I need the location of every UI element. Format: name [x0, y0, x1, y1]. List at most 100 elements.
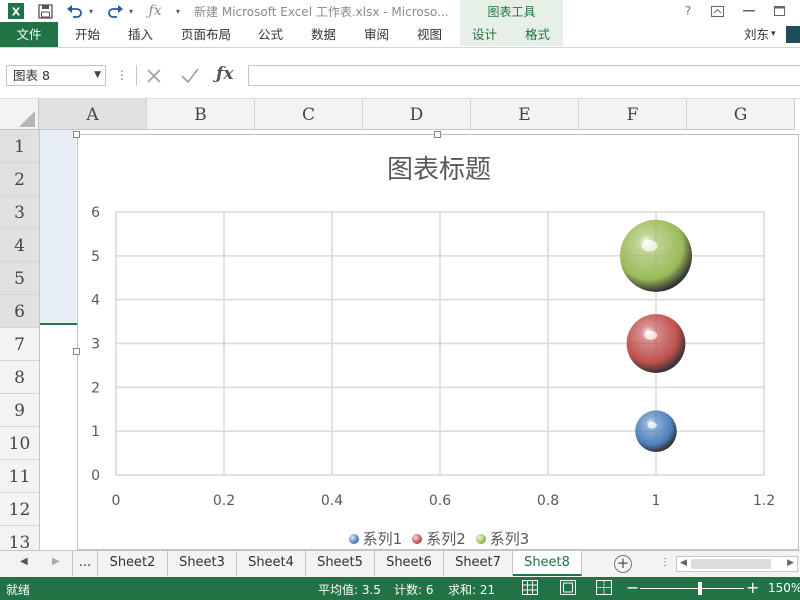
x-tick-label: 0.4 — [321, 493, 343, 509]
zoom-out-icon[interactable]: − — [626, 578, 639, 597]
tab-format[interactable]: 格式 — [525, 22, 550, 47]
tab-view[interactable]: 视图 — [417, 22, 442, 47]
svg-text:X: X — [12, 6, 21, 19]
tab-split-handle[interactable]: ⋮ — [660, 557, 670, 568]
save-icon[interactable] — [34, 1, 56, 21]
legend-marker-series1 — [348, 533, 359, 544]
sheet-tab-sheet5[interactable]: Sheet5 — [306, 551, 375, 576]
page-break-view-icon[interactable] — [596, 580, 614, 597]
row-header-8[interactable]: 8 — [0, 361, 39, 394]
help-icon[interactable]: ? — [680, 1, 696, 21]
zoom-slider-thumb[interactable] — [698, 582, 702, 595]
tab-review[interactable]: 审阅 — [364, 22, 389, 47]
tab-data[interactable]: 数据 — [311, 22, 336, 47]
bubble-系列2[interactable] — [626, 314, 686, 373]
row-header-9[interactable]: 9 — [0, 394, 39, 427]
tab-formulas[interactable]: 公式 — [258, 22, 283, 47]
formula-bar-area: 图表 8 ▼ ⋮ ƒx — [0, 48, 800, 98]
bubble-chart-plot[interactable]: 0 0.2 0.4 0.6 0.8 1 1.2 0 1 2 3 4 5 6 — [78, 135, 799, 550]
function-wizard-icon[interactable]: ƒx — [216, 64, 233, 84]
scroll-left-icon[interactable]: ◀ — [680, 558, 687, 568]
legend-item-series3: 系列3 — [475, 528, 529, 549]
legend-item-series2: 系列2 — [412, 528, 466, 549]
more-sheets-button[interactable]: ... — [72, 551, 98, 576]
y-tick-label: 0 — [91, 468, 100, 484]
row-header-2[interactable]: 2 — [0, 163, 39, 196]
chart-resize-handle-top-left[interactable] — [73, 131, 80, 138]
sheet-tab-sheet6[interactable]: Sheet6 — [375, 551, 444, 576]
status-average[interactable]: 平均值: 3.5 — [318, 581, 381, 598]
undo-icon[interactable] — [64, 1, 86, 21]
row-header-3[interactable]: 3 — [0, 196, 39, 229]
sheet-tab-sheet4[interactable]: Sheet4 — [237, 551, 306, 576]
row-header-1[interactable]: 1 — [0, 130, 39, 163]
cancel-icon[interactable] — [144, 66, 166, 86]
next-sheet-icon[interactable]: ▶ — [52, 556, 60, 567]
normal-view-icon[interactable] — [522, 580, 540, 597]
row-header-10[interactable]: 10 — [0, 427, 39, 460]
status-count[interactable]: 计数: 6 — [394, 581, 434, 598]
tab-page-layout[interactable]: 页面布局 — [181, 22, 231, 47]
page-layout-view-icon[interactable] — [560, 580, 578, 597]
bubble-系列3[interactable] — [620, 219, 692, 292]
zoom-in-icon[interactable]: + — [746, 578, 759, 597]
row-header-7[interactable]: 7 — [0, 328, 39, 361]
user-name[interactable]: 刘东 — [744, 22, 769, 47]
undo-dropdown-icon[interactable]: ▾ — [87, 1, 95, 21]
column-header-e[interactable]: E — [471, 99, 579, 130]
user-menu-icon[interactable]: ▾ — [771, 22, 776, 47]
redo-dropdown-icon[interactable]: ▾ — [127, 1, 135, 21]
row-header-12[interactable]: 12 — [0, 493, 39, 526]
column-header-a[interactable]: A — [39, 99, 147, 130]
zoom-slider[interactable] — [640, 582, 744, 595]
column-header-f[interactable]: F — [579, 99, 687, 130]
tab-design[interactable]: 设计 — [472, 22, 497, 47]
zoom-level[interactable]: 150% — [768, 581, 800, 595]
tab-home[interactable]: 开始 — [75, 22, 100, 47]
excel-logo-icon: X — [6, 1, 26, 21]
sheet-tab-sheet2[interactable]: Sheet2 — [98, 551, 168, 576]
scroll-right-icon[interactable]: ▶ — [787, 558, 794, 568]
horizontal-scrollbar[interactable]: ◀ ▶ — [676, 556, 798, 572]
scroll-thumb[interactable] — [691, 559, 771, 569]
x-tick-label: 0.2 — [213, 493, 235, 509]
enter-icon[interactable] — [180, 66, 202, 86]
sheet-tab-sheet8[interactable]: Sheet8 — [513, 551, 582, 576]
selected-range[interactable] — [40, 130, 76, 324]
name-box-dropdown-icon[interactable]: ▼ — [94, 66, 101, 85]
row-header-4[interactable]: 4 — [0, 229, 39, 262]
account-icon[interactable] — [786, 26, 800, 43]
formula-input[interactable] — [248, 65, 800, 86]
row-header-11[interactable]: 11 — [0, 460, 39, 493]
column-header-c[interactable]: C — [255, 99, 363, 130]
bubble-系列1[interactable] — [635, 410, 677, 452]
x-tick-label: 1.2 — [753, 493, 775, 509]
y-tick-label: 4 — [91, 293, 100, 309]
insert-function-icon[interactable]: ƒx — [144, 1, 166, 21]
sheet-tab-bar: ◀ ▶ ... Sheet2 Sheet3 Sheet4 Sheet5 Shee… — [0, 550, 800, 577]
customize-toolbar-icon[interactable]: ▾ — [172, 1, 184, 21]
chart-object[interactable]: 图表标题 0 0.2 0.4 0.6 0.8 1 1.2 0 1 2 3 4 5 6 系列1 系列2 系列… — [77, 134, 799, 550]
sheet-tab-sheet3[interactable]: Sheet3 — [168, 551, 237, 576]
row-header-6[interactable]: 6 — [0, 295, 39, 328]
prev-sheet-icon[interactable]: ◀ — [20, 556, 28, 567]
add-sheet-icon[interactable]: + — [614, 555, 632, 573]
tab-file[interactable]: 文件 — [0, 22, 58, 47]
row-header-5[interactable]: 5 — [0, 262, 39, 295]
status-sum[interactable]: 求和: 21 — [448, 581, 495, 598]
chart-resize-handle-top[interactable] — [434, 131, 441, 138]
ribbon-display-icon[interactable] — [706, 1, 728, 21]
redo-icon[interactable] — [104, 1, 126, 21]
sheet-tab-sheet7[interactable]: Sheet7 — [444, 551, 513, 576]
name-box[interactable]: 图表 8 ▼ — [6, 65, 106, 86]
formula-options-icon[interactable]: ⋮ — [116, 67, 128, 83]
maximize-icon[interactable] — [768, 1, 790, 21]
chart-resize-handle-left[interactable] — [73, 348, 80, 355]
column-header-b[interactable]: B — [147, 99, 255, 130]
column-header-d[interactable]: D — [363, 99, 471, 130]
column-header-g[interactable]: G — [687, 99, 795, 130]
chart-legend[interactable]: 系列1 系列2 系列3 — [78, 528, 798, 549]
tab-insert[interactable]: 插入 — [128, 22, 153, 47]
select-all-corner[interactable] — [0, 99, 39, 130]
minimize-icon[interactable] — [738, 1, 760, 21]
